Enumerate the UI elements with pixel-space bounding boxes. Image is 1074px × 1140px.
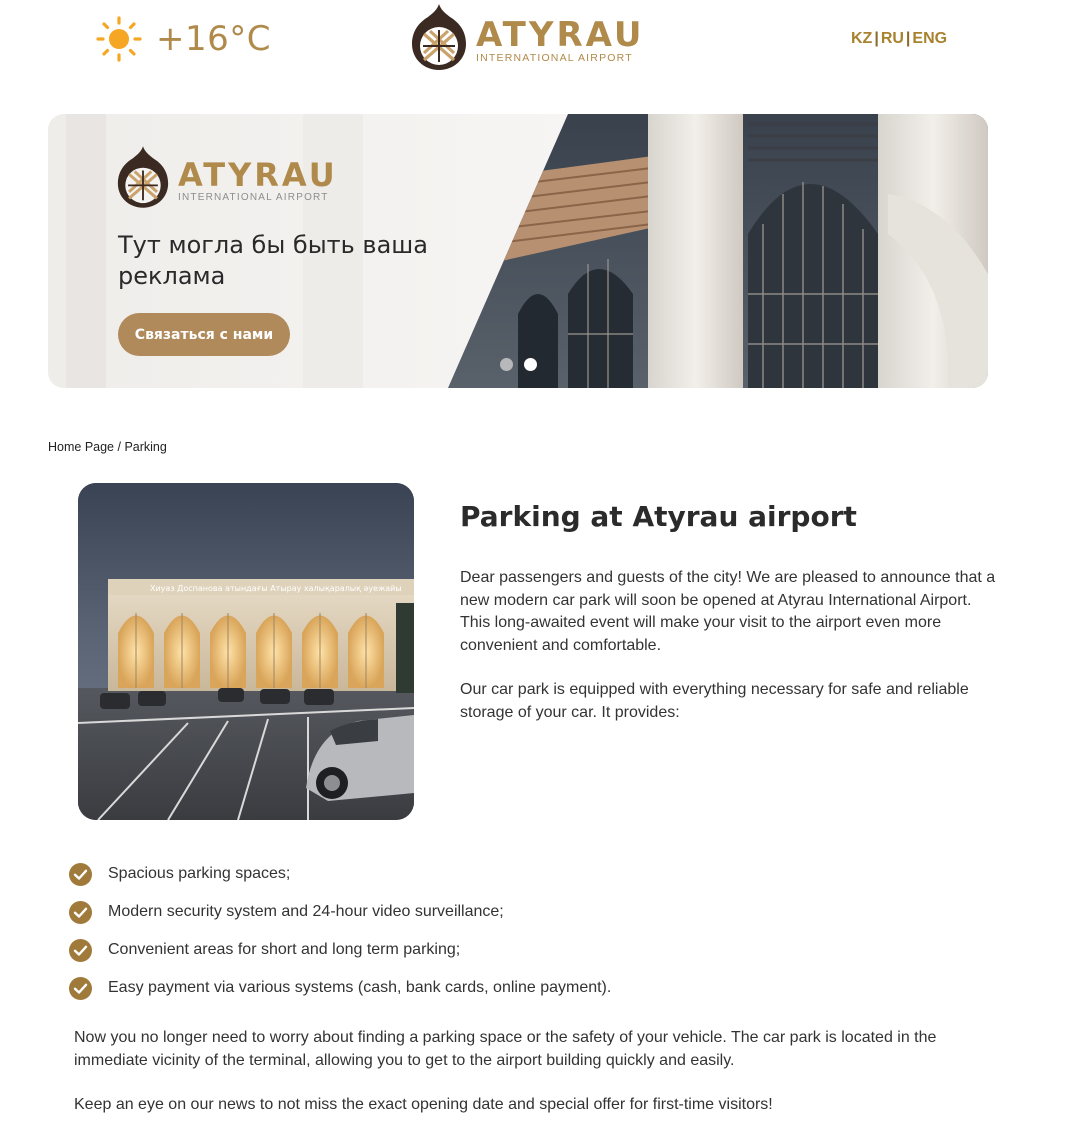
carousel-dots (500, 358, 548, 371)
breadcrumb-home-link[interactable]: Home Page (48, 440, 114, 454)
sun-icon (96, 16, 142, 62)
check-circle-icon (69, 862, 92, 886)
lang-kz[interactable]: KZ (851, 30, 872, 48)
check-circle-icon (69, 900, 92, 924)
banner-logo: ATYRAU INTERNATIONAL AIRPORT (116, 144, 338, 210)
contact-us-button[interactable]: Связаться с нами (118, 313, 290, 356)
list-item: Spacious parking spaces; (69, 855, 611, 893)
list-item: Easy payment via various systems (cash, … (69, 969, 611, 1007)
temperature: +16°C (156, 19, 271, 59)
news-paragraph: Keep an eye on our news to not miss the … (74, 1096, 773, 1113)
airport-dome-logo-icon (117, 146, 169, 208)
airport-dome-logo-icon (412, 4, 466, 70)
site-header: +16°C ATYRAU INTERNATIONAL AIRPORT KZ | … (0, 0, 1074, 90)
ad-banner: ATYRAU INTERNATIONAL AIRPORT Тут могла б… (48, 114, 988, 388)
intro-paragraph: Dear passengers and guests of the city! … (460, 569, 996, 654)
feature-text: Easy payment via various systems (cash, … (108, 979, 612, 996)
weather-widget: +16°C (96, 16, 271, 62)
logo-name: ATYRAU (476, 15, 645, 55)
feature-text: Spacious parking spaces; (108, 865, 291, 882)
equipment-paragraph: Our car park is equipped with everything… (460, 681, 969, 721)
lang-separator: | (874, 30, 879, 47)
terminal-parking-image: Хиуаз Доспанова атындағы Атырау халықара… (78, 483, 414, 820)
list-item: Modern security system and 24-hour video… (69, 893, 611, 931)
banner-logo-subtitle: INTERNATIONAL AIRPORT (178, 192, 329, 203)
lang-separator: | (905, 30, 911, 47)
parking-photo: Хиуаз Доспанова атындағы Атырау халықара… (78, 483, 414, 820)
site-logo[interactable]: ATYRAU INTERNATIONAL AIRPORT (410, 2, 645, 72)
language-switcher: KZ | RU | ENG (851, 30, 947, 48)
breadcrumb: Home Page / Parking (48, 440, 167, 454)
lang-eng[interactable]: ENG (912, 30, 947, 48)
breadcrumb-separator: / (114, 440, 125, 454)
breadcrumb-current: Parking (124, 440, 167, 454)
lang-ru[interactable]: RU (881, 30, 904, 48)
feature-text: Modern security system and 24-hour video… (108, 903, 504, 920)
carousel-dot-2[interactable] (524, 358, 537, 371)
feature-text: Convenient areas for short and long term… (108, 941, 461, 958)
list-item: Convenient areas for short and long term… (69, 931, 611, 969)
page-title: Parking at Atyrau airport (460, 500, 857, 533)
banner-logo-name: ATYRAU (178, 156, 338, 194)
logo-subtitle: INTERNATIONAL AIRPORT (476, 52, 633, 64)
check-circle-icon (69, 938, 92, 962)
location-paragraph: Now you no longer need to worry about fi… (74, 1029, 937, 1069)
check-circle-icon (69, 976, 92, 1000)
carousel-dot-1[interactable] (500, 358, 513, 371)
feature-list: Spacious parking spaces; Modern security… (69, 855, 611, 1007)
banner-title: Тут могла бы быть ваша реклама (118, 231, 428, 290)
building-sign: Хиуаз Доспанова атындағы Атырау халықара… (150, 584, 402, 593)
